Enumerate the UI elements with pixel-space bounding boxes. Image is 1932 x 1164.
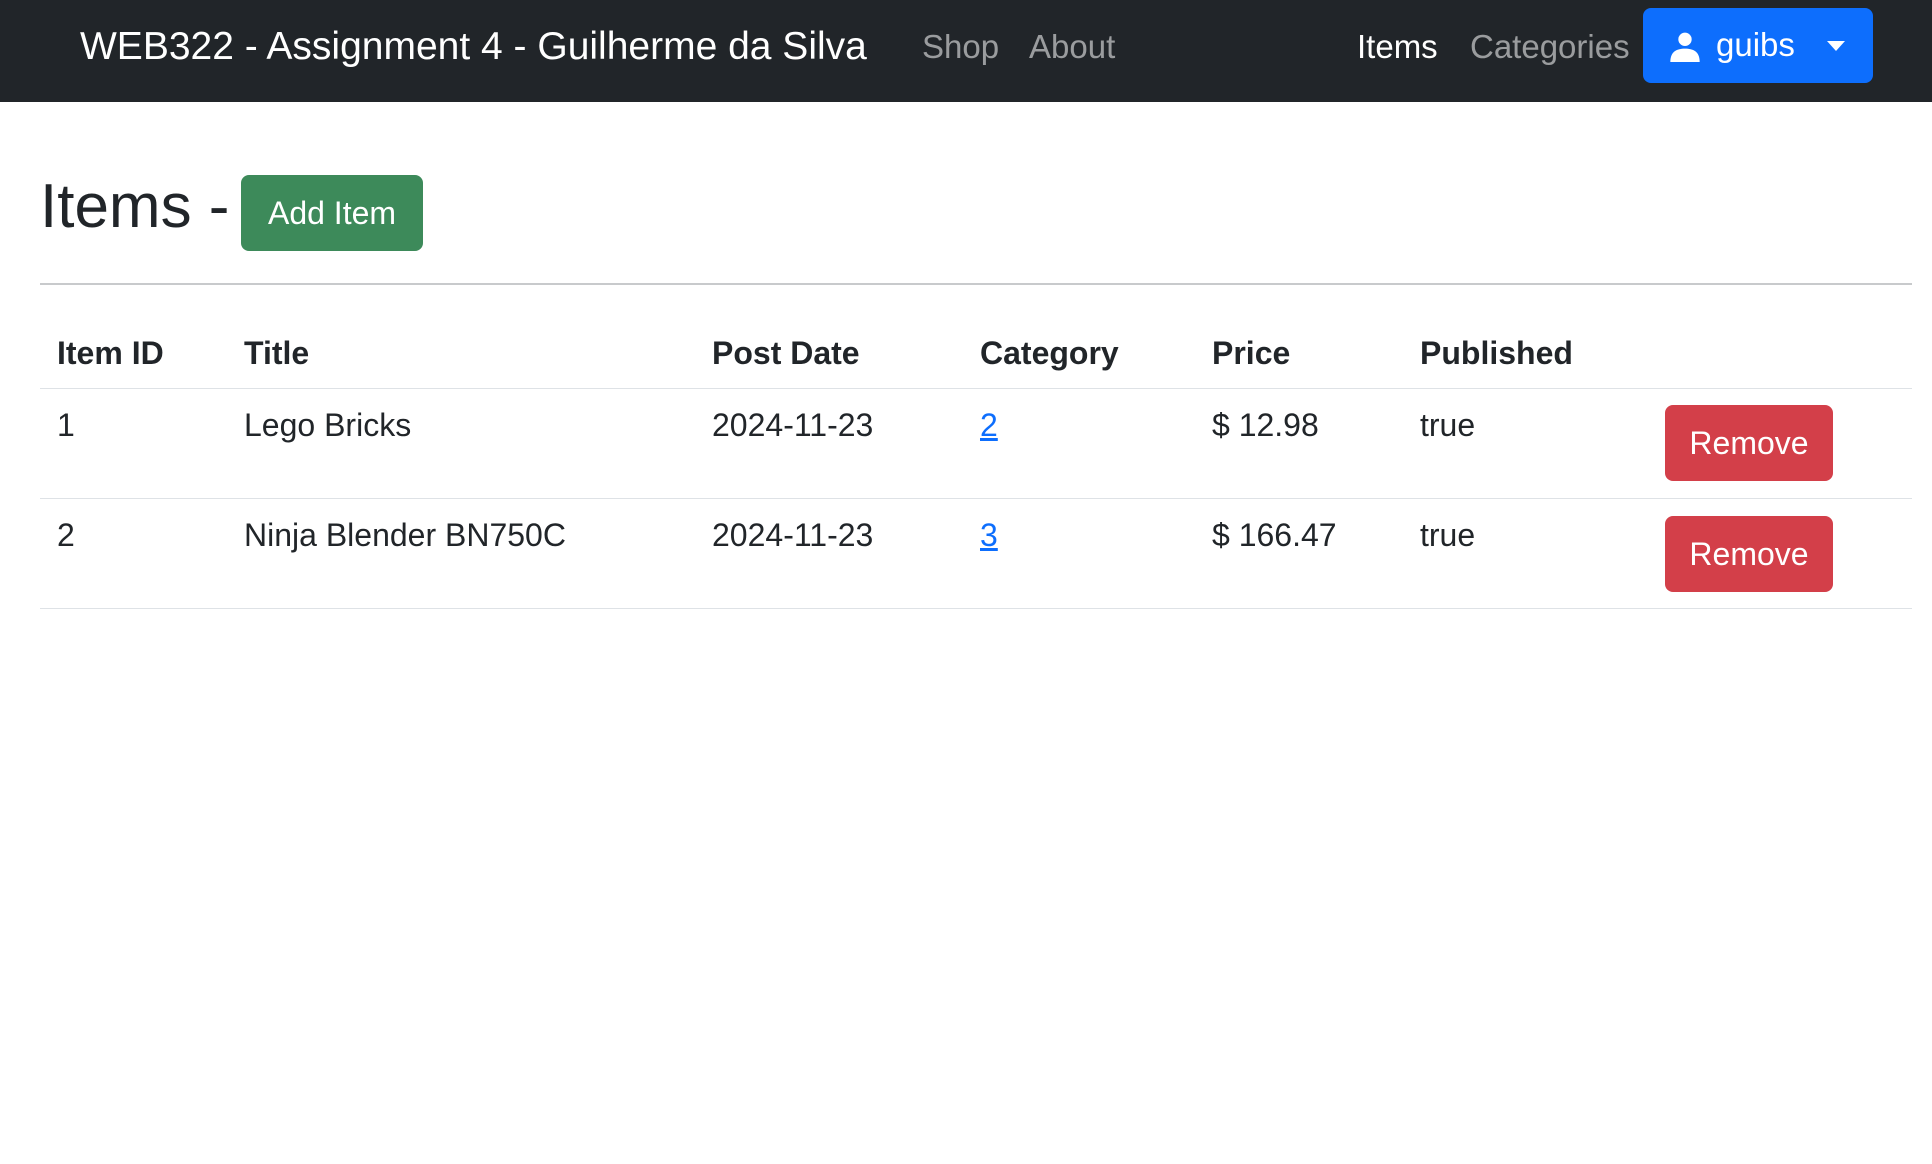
category-link[interactable]: 2 [980, 403, 998, 447]
remove-button[interactable]: Remove [1665, 516, 1833, 592]
user-dropdown-button[interactable]: guibs [1643, 8, 1873, 83]
cell-post-date: 2024-11-23 [712, 517, 874, 553]
cell-price: $ 12.98 [1212, 407, 1319, 443]
table-row-divider [40, 498, 1912, 499]
table-row-divider [40, 608, 1912, 609]
column-header-post-date: Post Date [712, 335, 860, 371]
nav-link-categories[interactable]: Categories [1470, 24, 1630, 70]
divider [40, 283, 1912, 285]
category-link[interactable]: 3 [980, 513, 998, 557]
table-header-divider [40, 388, 1912, 389]
column-header-price: Price [1212, 335, 1291, 371]
cell-published: true [1420, 407, 1476, 443]
column-header-item-id: Item ID [57, 335, 164, 371]
cell-title: Ninja Blender BN750C [244, 517, 566, 553]
brand-title[interactable]: WEB322 - Assignment 4 - Guilherme da Sil… [80, 22, 867, 72]
user-name: guibs [1716, 26, 1795, 63]
remove-button[interactable]: Remove [1665, 405, 1833, 481]
chevron-down-icon [1827, 41, 1845, 51]
cell-published: true [1420, 517, 1476, 553]
nav-link-shop[interactable]: Shop [922, 24, 999, 70]
cell-price: $ 166.47 [1212, 517, 1337, 553]
add-item-button[interactable]: Add Item [241, 175, 423, 251]
nav-link-about[interactable]: About [1029, 24, 1115, 70]
cell-title: Lego Bricks [244, 407, 412, 443]
cell-item-id: 2 [57, 517, 75, 553]
column-header-published: Published [1420, 335, 1573, 371]
cell-post-date: 2024-11-23 [712, 407, 874, 443]
cell-item-id: 1 [57, 407, 75, 443]
top-navbar: WEB322 - Assignment 4 - Guilherme da Sil… [0, 0, 1932, 102]
column-header-title: Title [244, 335, 310, 371]
nav-link-items[interactable]: Items [1357, 24, 1438, 70]
page-title: Items - [40, 172, 230, 241]
person-icon [1670, 32, 1700, 62]
column-header-category: Category [980, 335, 1119, 371]
